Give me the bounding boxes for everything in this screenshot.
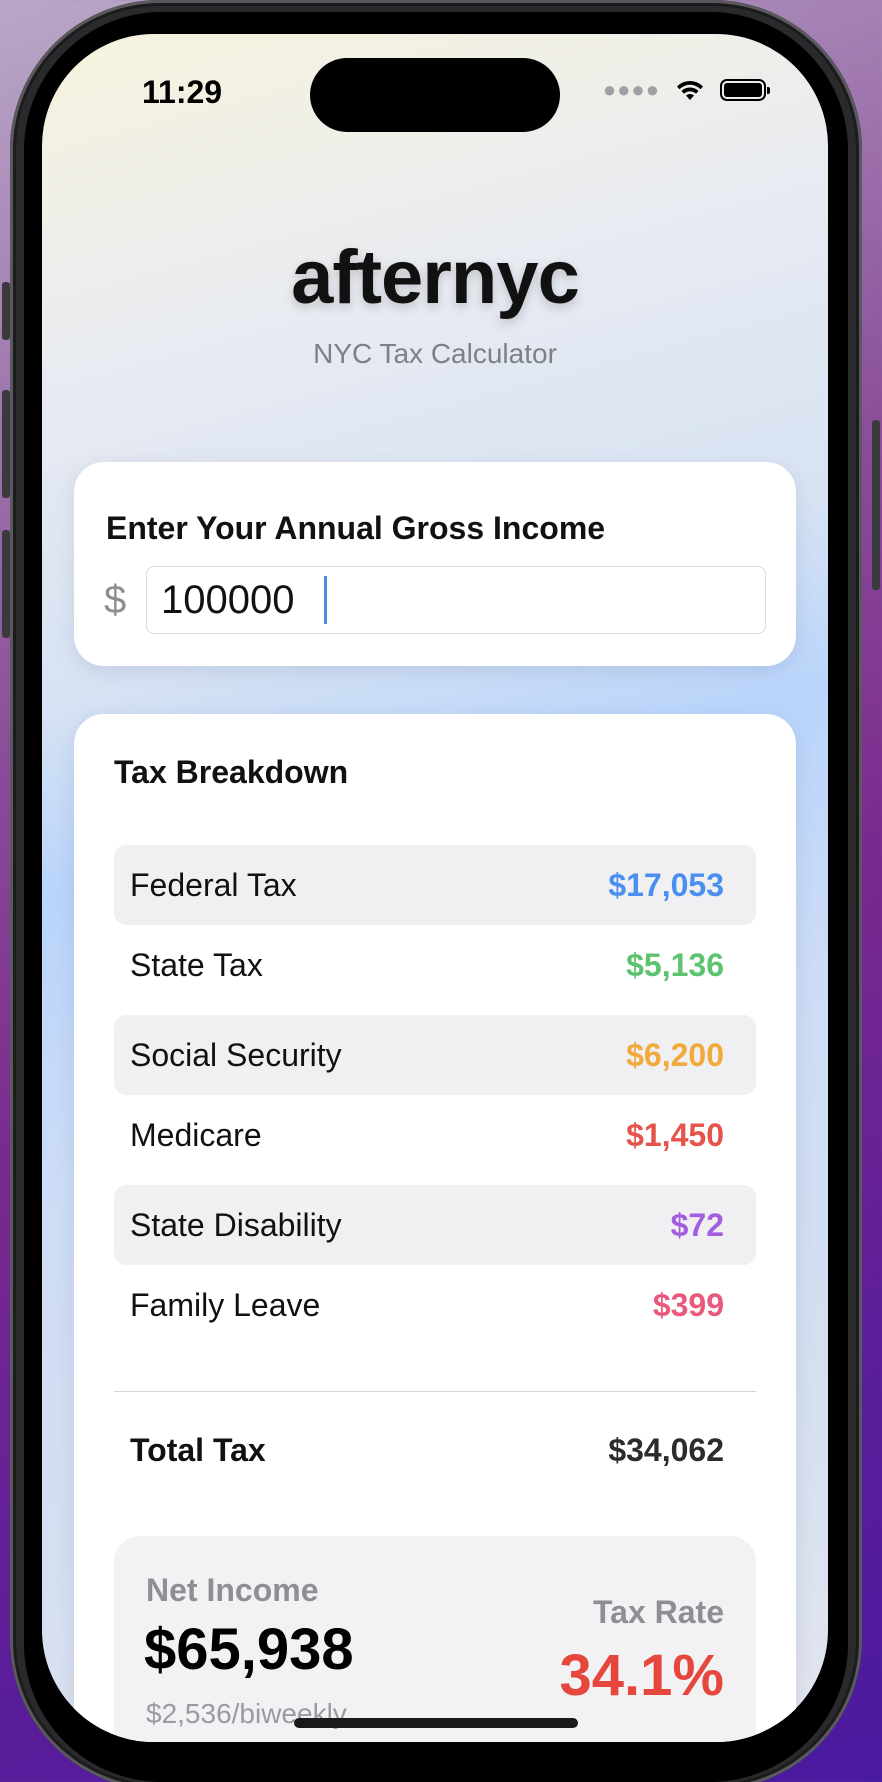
tax-row-label: Federal Tax xyxy=(130,866,297,903)
status-time: 11:29 xyxy=(142,74,223,110)
app-screen: 11:29 ●●●● afternyc NYC Tax Calculator E… xyxy=(42,34,828,1742)
text-caret xyxy=(324,576,327,624)
app-subtitle: NYC Tax Calculator xyxy=(313,338,557,369)
total-tax-value: $34,062 xyxy=(608,1432,724,1468)
tax-row-value: $17,053 xyxy=(608,866,724,903)
tax-rate-label: Tax Rate xyxy=(592,1594,724,1630)
tax-row-label: Family Leave xyxy=(130,1286,321,1323)
tax-row-medicare: Medicare $1,450 xyxy=(114,1095,756,1175)
tax-row-state-disability: State Disability $72 xyxy=(114,1185,756,1265)
tax-row-label: State Disability xyxy=(130,1206,342,1243)
tax-row-family-leave: Family Leave $399 xyxy=(114,1265,756,1345)
tax-rate-value: 34.1% xyxy=(559,1643,724,1708)
tax-breakdown-card: Tax Breakdown Federal Tax $17,053 State … xyxy=(74,714,796,1742)
tax-row-value: $72 xyxy=(670,1206,724,1243)
currency-symbol: $ xyxy=(104,578,127,622)
total-divider xyxy=(114,1391,756,1392)
dynamic-island xyxy=(310,58,560,132)
battery-icon xyxy=(720,79,770,101)
tax-row-value: $5,136 xyxy=(626,946,724,983)
wifi-icon xyxy=(677,80,703,100)
tax-row-state: State Tax $5,136 xyxy=(114,925,756,1005)
status-icons: ●●●● xyxy=(602,77,770,102)
home-indicator[interactable] xyxy=(294,1718,578,1728)
total-tax-label: Total Tax xyxy=(130,1432,266,1468)
net-income-value: $65,938 xyxy=(144,1617,354,1682)
income-label: Enter Your Annual Gross Income xyxy=(106,510,606,546)
tax-row-value: $6,200 xyxy=(626,1036,724,1073)
breakdown-title: Tax Breakdown xyxy=(114,754,349,790)
income-input[interactable] xyxy=(146,566,766,634)
income-card: Enter Your Annual Gross Income $ xyxy=(74,462,796,666)
tax-row-federal: Federal Tax $17,053 xyxy=(114,845,756,925)
app-title: afternyc xyxy=(291,235,580,320)
tax-row-label: Medicare xyxy=(130,1116,262,1153)
net-income-summary: Net Income $65,938 $2,536/biweekly Tax R… xyxy=(114,1536,756,1742)
tax-row-value: $399 xyxy=(652,1286,724,1323)
action-button xyxy=(2,282,10,340)
volume-down-button xyxy=(2,530,10,638)
volume-up-button xyxy=(2,390,10,498)
net-income-label: Net Income xyxy=(146,1572,319,1608)
tax-row-label: State Tax xyxy=(130,946,263,983)
tax-row-social-security: Social Security $6,200 xyxy=(114,1015,756,1095)
tax-row-label: Social Security xyxy=(130,1036,342,1073)
cellular-dots-icon: ●●●● xyxy=(602,77,660,102)
tax-row-value: $1,450 xyxy=(626,1116,724,1153)
power-button xyxy=(872,420,880,590)
